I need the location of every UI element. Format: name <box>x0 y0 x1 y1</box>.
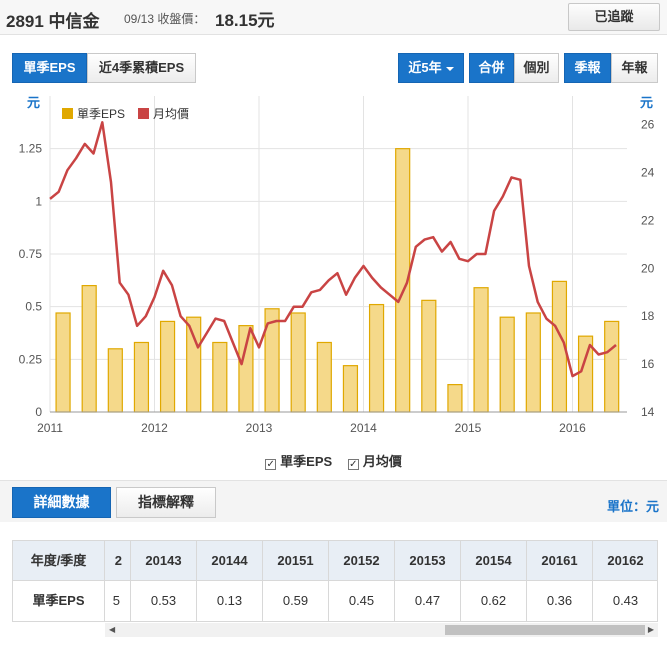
eps-table: 年度/季度 單季EPS 2 5 20143 0.53 20144 0.13 20151 0… <box>12 540 658 622</box>
table-fixed-column: 年度/季度 單季EPS <box>13 541 105 621</box>
legend-price-swatch <box>138 108 149 119</box>
table-column: 20144 0.13 <box>197 541 263 621</box>
unit-label: 單位：元 <box>606 499 659 514</box>
table-column: 20151 0.59 <box>263 541 329 621</box>
table-header-cell: 20162 <box>593 541 657 581</box>
indicator-explain-button[interactable]: 指標解釋 <box>116 487 216 518</box>
table-column: 20153 0.47 <box>395 541 461 621</box>
toggle-price-label: 月均價 <box>362 454 402 469</box>
table-header-cell: 20152 <box>329 541 394 581</box>
table-cell: 0.53 <box>150 593 177 608</box>
eps-bar <box>499 316 515 413</box>
eps-bar <box>81 285 97 413</box>
table-cell: 0.45 <box>348 593 375 608</box>
checkbox-checked-icon[interactable]: ✓ <box>265 459 277 470</box>
legend-price-label: 月均價 <box>153 107 189 121</box>
table-header-cell: 20154 <box>461 541 526 581</box>
legend-eps-label: 單季EPS <box>77 107 125 121</box>
scrollbar-thumb[interactable] <box>445 625 645 635</box>
eps-bar <box>368 303 385 413</box>
left-axis-tick: 0 <box>35 405 42 419</box>
right-axis-tick: 14 <box>641 405 655 419</box>
toggle-eps-label: 單季EPS <box>280 454 333 469</box>
table-scrollbar[interactable]: ◀ ▶ <box>105 623 658 637</box>
table-column: 20162 0.43 <box>593 541 657 621</box>
table-header-cell: 20144 <box>197 541 262 581</box>
x-axis-tick: 2013 <box>246 421 273 435</box>
eps-price-chart: 0 0.25 0.5 0.75 1 1.25 14 16 18 20 22 24 26 2011 2012 2… <box>19 95 655 435</box>
right-axis-tick: 16 <box>641 357 655 371</box>
x-axis-tick: 2014 <box>350 421 377 435</box>
left-axis-label: 元 <box>27 95 40 110</box>
table-header-label: 年度/季度 <box>13 541 104 581</box>
eps-bar <box>290 312 306 413</box>
table-column: 20161 0.36 <box>527 541 593 621</box>
table-cell: 0.62 <box>480 593 507 608</box>
eps-bar <box>525 312 541 413</box>
detail-data-button[interactable]: 詳細數據 <box>12 487 111 518</box>
eps-bar <box>212 341 228 413</box>
table-column: 20152 0.45 <box>329 541 395 621</box>
table-cell: 0.43 <box>612 593 639 608</box>
left-axis-tick: 1 <box>35 194 42 208</box>
scroll-right-icon[interactable]: ▶ <box>648 625 654 634</box>
checkbox-checked-icon[interactable]: ✓ <box>347 459 359 470</box>
table-cell: 0.59 <box>282 593 309 608</box>
right-axis-tick: 20 <box>641 261 655 275</box>
series-toggles: ✓ 單季EPS ✓ 月均價 <box>0 451 667 470</box>
table-header-cell: 20161 <box>527 541 592 581</box>
table-header-cell: 20151 <box>263 541 328 581</box>
table-column: 20154 0.62 <box>461 541 527 621</box>
eps-bar <box>186 316 202 413</box>
eps-bar <box>55 312 71 413</box>
table-header-cell: 20153 <box>395 541 460 581</box>
eps-bar <box>421 299 437 413</box>
left-axis-tick: 0.5 <box>25 300 42 314</box>
left-axis-tick: 0.25 <box>19 352 43 366</box>
x-axis-tick: 2015 <box>455 421 482 435</box>
table-row-label: 單季EPS <box>32 593 85 608</box>
left-axis-tick: 1.25 <box>19 142 43 156</box>
eps-bar <box>133 341 150 413</box>
eps-bar <box>107 348 123 413</box>
eps-bar <box>342 365 359 413</box>
table-cell: 0.47 <box>414 593 441 608</box>
left-axis-tick: 0.75 <box>19 247 43 261</box>
toggle-eps[interactable]: ✓ 單季EPS <box>265 451 332 470</box>
right-axis-tick: 24 <box>641 166 655 180</box>
eps-bar <box>577 335 594 413</box>
eps-bar <box>159 320 176 413</box>
right-axis-tick: 22 <box>641 213 655 227</box>
table-header-cell: 20143 <box>131 541 196 581</box>
x-axis-tick: 2011 <box>37 421 63 435</box>
eps-bar <box>604 320 620 413</box>
legend-eps-swatch <box>62 108 73 119</box>
table-cell: 0.13 <box>216 593 243 608</box>
scroll-left-icon[interactable]: ◀ <box>109 625 115 634</box>
eps-bar <box>316 341 332 413</box>
x-axis-tick: 2012 <box>141 421 168 435</box>
right-axis-tick: 26 <box>641 118 655 132</box>
toggle-price[interactable]: ✓ 月均價 <box>347 451 402 470</box>
x-axis-tick: 2016 <box>559 421 586 435</box>
right-axis-label: 元 <box>640 95 653 110</box>
eps-bar <box>238 325 254 413</box>
eps-bar <box>447 384 463 413</box>
right-axis-tick: 18 <box>641 309 655 323</box>
table-cell: 0.36 <box>546 593 573 608</box>
eps-bar <box>473 287 489 413</box>
table-column: 20143 0.53 <box>131 541 197 621</box>
